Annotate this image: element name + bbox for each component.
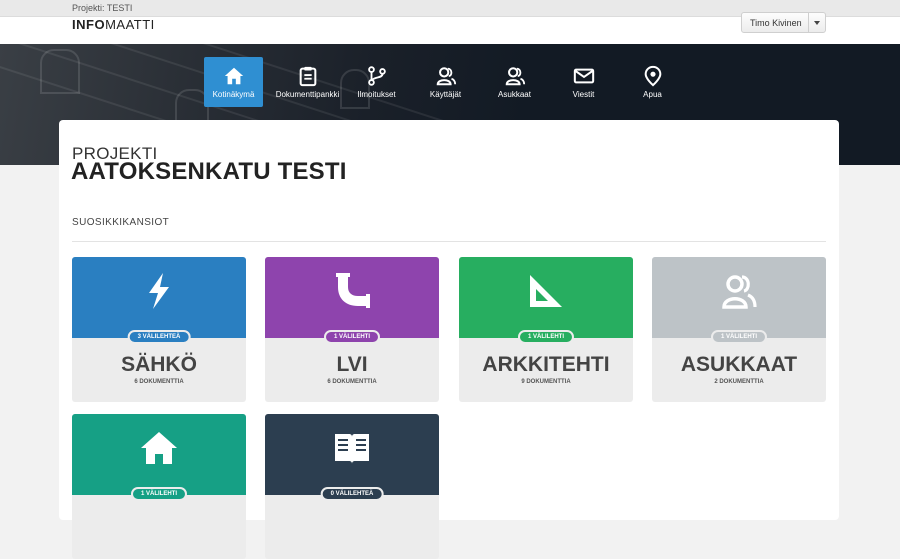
- user-menu-button[interactable]: Timo Kivinen: [741, 12, 826, 33]
- folder-card-asukkaat[interactable]: 1 VÄLILEHTI ASUKKAAT 2 DOKUMENTTIA: [652, 257, 826, 402]
- users-icon: [722, 275, 757, 309]
- map-pin-icon: [644, 65, 661, 87]
- section-title: SUOSIKKIKANSIOT: [72, 217, 170, 228]
- folder-name: ASUKKAAT: [680, 353, 798, 376]
- lightning-icon: [149, 273, 169, 309]
- user-name: Timo Kivinen: [750, 18, 802, 28]
- nav-item-apua[interactable]: Apua: [618, 57, 687, 107]
- users-icon: [436, 67, 456, 86]
- set-square-icon: [530, 275, 562, 307]
- nav-label: Apua: [643, 90, 662, 99]
- nav-item-ilmoitukset[interactable]: Ilmoitukset: [342, 57, 411, 107]
- folder-card-kirja[interactable]: 0 VÄLILEHTEÄ: [265, 414, 439, 559]
- main-panel: PROJEKTI AATOKSENKATU TESTI SUOSIKKIKANS…: [59, 120, 839, 559]
- folder-tab-count-badge: 3 VÄLILEHTEÄ: [127, 330, 191, 344]
- folder-tab-count-badge: 0 VÄLILEHTEÄ: [320, 487, 384, 501]
- caret-down-icon: [814, 21, 820, 25]
- folder-name: SÄHKÖ: [121, 353, 197, 376]
- folder-name: LVI: [336, 353, 368, 376]
- folder-card-arkkitehti[interactable]: 1 VÄLILEHTI ARKKITEHTI 9 DOKUMENTTIA: [459, 257, 633, 402]
- folder-doc-count: 6 DOKUMENTTIA: [327, 379, 377, 385]
- nav-label: Ilmoitukset: [357, 90, 396, 99]
- pipe-icon: [336, 273, 370, 308]
- home-icon: [224, 67, 243, 85]
- section-divider: [72, 241, 826, 242]
- folder-tab-count-badge: 1 VÄLILEHTI: [130, 487, 188, 501]
- nav-item-viestit[interactable]: Viestit: [549, 57, 618, 107]
- branch-icon: [367, 66, 386, 86]
- project-label: Projekti: TESTI: [72, 3, 133, 13]
- nav-label: Kotinäkymä: [212, 90, 255, 99]
- nav-label: Viestit: [572, 90, 595, 99]
- nav-item-asukkaat[interactable]: Asukkaat: [480, 57, 549, 107]
- nav-label: Käyttäjät: [429, 90, 462, 99]
- book-icon: [335, 434, 369, 464]
- clipboard-icon: [299, 66, 316, 87]
- nav-label: Asukkaat: [498, 90, 531, 99]
- folder-tab-count-badge: 1 VÄLILEHTI: [323, 330, 381, 344]
- folder-tab-count-badge: 1 VÄLILEHTI: [517, 330, 575, 344]
- page-title: AATOKSENKATU TESTI: [71, 158, 347, 185]
- home-icon: [141, 432, 177, 464]
- nav-label: Dokumenttipankki: [275, 90, 340, 99]
- user-menu-dropdown-toggle[interactable]: [808, 13, 825, 32]
- app-logo[interactable]: INFOMAATTI: [72, 17, 155, 32]
- folder-doc-count: 9 DOKUMENTTIA: [521, 379, 571, 385]
- folder-card-koti[interactable]: 1 VÄLILEHTI: [72, 414, 246, 559]
- folder-doc-count: 2 DOKUMENTTIA: [714, 379, 764, 385]
- header-bar: INFOMAATTI Timo Kivinen: [0, 12, 900, 44]
- main-nav: Kotinäkymä Dokumenttipankki Ilmoitukset …: [204, 57, 687, 107]
- folder-tab-count-badge: 1 VÄLILEHTI: [710, 330, 768, 344]
- folder-name: ARKKITEHTI: [482, 353, 610, 376]
- nav-item-kayttajat[interactable]: Käyttäjät: [411, 57, 480, 107]
- nav-item-kotinakyma[interactable]: Kotinäkymä: [204, 57, 263, 107]
- nav-item-dokumenttipankki[interactable]: Dokumenttipankki: [273, 57, 342, 107]
- users-icon: [505, 67, 525, 86]
- folder-card-lvi[interactable]: 1 VÄLILEHTI LVI 6 DOKUMENTTIA: [265, 257, 439, 402]
- envelope-icon: [573, 68, 594, 84]
- folder-card-sahko[interactable]: 3 VÄLILEHTEÄ SÄHKÖ 6 DOKUMENTTIA: [72, 257, 246, 402]
- folder-doc-count: 6 DOKUMENTTIA: [134, 379, 184, 385]
